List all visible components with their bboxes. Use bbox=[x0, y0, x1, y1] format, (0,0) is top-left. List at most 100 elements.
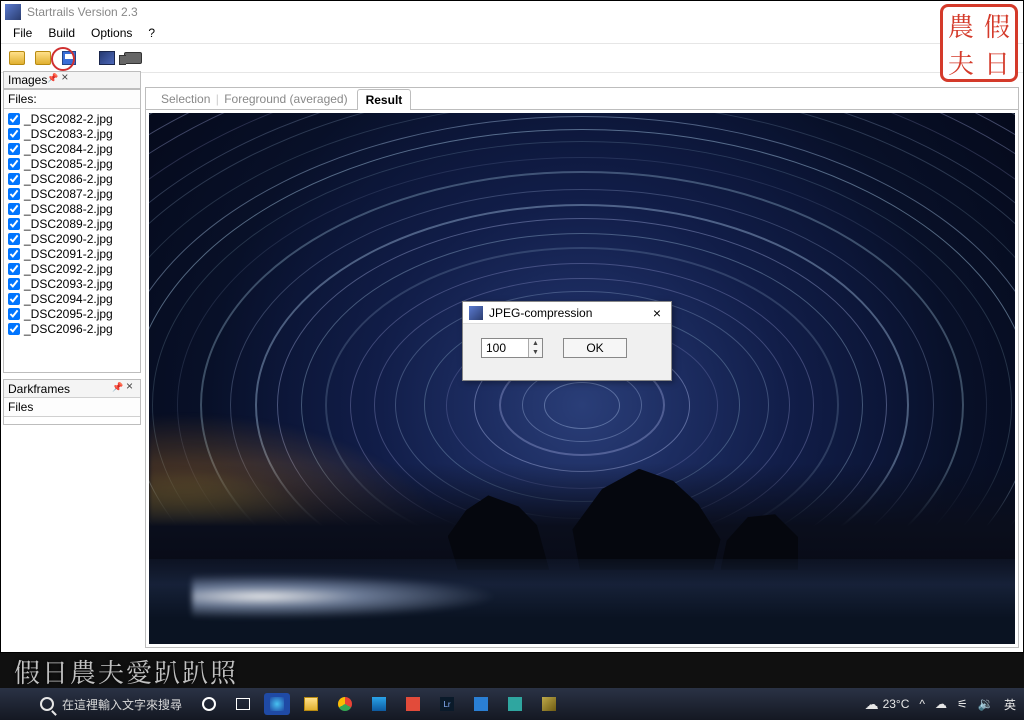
dark-files-header: Files bbox=[4, 398, 140, 417]
file-row[interactable]: _DSC2095-2.jpg bbox=[8, 306, 136, 321]
ime-indicator[interactable]: 英 bbox=[1004, 696, 1016, 713]
search-icon bbox=[40, 697, 54, 711]
onedrive-icon[interactable]: ☁ bbox=[935, 697, 947, 711]
rock-silhouettes bbox=[409, 463, 799, 569]
dialog-title: JPEG-compression bbox=[489, 306, 643, 320]
panel-images-header[interactable]: Images bbox=[3, 71, 141, 89]
file-checkbox[interactable] bbox=[8, 278, 20, 290]
volume-icon[interactable]: 🔉 bbox=[978, 696, 994, 712]
file-checkbox[interactable] bbox=[8, 128, 20, 140]
ok-button[interactable]: OK bbox=[563, 338, 627, 358]
jpeg-compression-dialog[interactable]: JPEG-compression × ▲▼ OK bbox=[462, 301, 672, 381]
file-name: _DSC2085-2.jpg bbox=[24, 157, 113, 171]
panel-darkframes-header[interactable]: Darkframes bbox=[4, 380, 140, 398]
file-row[interactable]: _DSC2089-2.jpg bbox=[8, 216, 136, 231]
file-row[interactable]: _DSC2090-2.jpg bbox=[8, 231, 136, 246]
image-viewer-icon[interactable] bbox=[366, 693, 392, 715]
app-icon-teal[interactable] bbox=[502, 693, 528, 715]
menu-help[interactable]: ? bbox=[142, 24, 161, 42]
menubar: File Build Options ? bbox=[1, 23, 1023, 43]
file-checkbox[interactable] bbox=[8, 143, 20, 155]
open-images-button[interactable] bbox=[7, 49, 27, 67]
file-list[interactable]: _DSC2082-2.jpg _DSC2083-2.jpg _DSC2084-2… bbox=[4, 109, 140, 338]
file-checkbox[interactable] bbox=[8, 293, 20, 305]
file-checkbox[interactable] bbox=[8, 308, 20, 320]
weather-widget[interactable]: ☁ 23°C bbox=[865, 696, 910, 713]
taskbar-search[interactable]: 在這裡輸入文字來搜尋 bbox=[40, 696, 182, 713]
folder-open-icon bbox=[35, 51, 51, 65]
chrome-icon[interactable] bbox=[332, 693, 358, 715]
cortana-icon[interactable] bbox=[196, 693, 222, 715]
compression-spinner[interactable]: ▲▼ bbox=[481, 338, 543, 358]
close-icon[interactable]: × bbox=[649, 306, 665, 320]
titlebar: Startrails Version 2.3 bbox=[1, 1, 1023, 23]
compression-value-input[interactable] bbox=[482, 339, 528, 357]
file-checkbox[interactable] bbox=[8, 323, 20, 335]
panel-images-title: Images bbox=[8, 73, 47, 87]
network-icon[interactable]: ⚟ bbox=[957, 697, 968, 711]
process-button[interactable] bbox=[97, 49, 117, 67]
file-row[interactable]: _DSC2086-2.jpg bbox=[8, 171, 136, 186]
folder-open-icon bbox=[9, 51, 25, 65]
menu-options[interactable]: Options bbox=[85, 24, 138, 42]
tab-selection-foreground[interactable]: Selection | Foreground (averaged) bbox=[152, 88, 357, 109]
file-row[interactable]: _DSC2091-2.jpg bbox=[8, 246, 136, 261]
close-icon[interactable] bbox=[126, 384, 136, 394]
file-checkbox[interactable] bbox=[8, 113, 20, 125]
arrow-down-icon[interactable]: ▼ bbox=[529, 348, 542, 357]
app-icon-red[interactable] bbox=[400, 693, 426, 715]
file-name: _DSC2091-2.jpg bbox=[24, 247, 113, 261]
file-row[interactable]: _DSC2093-2.jpg bbox=[8, 276, 136, 291]
file-row[interactable]: _DSC2082-2.jpg bbox=[8, 111, 136, 126]
file-name: _DSC2096-2.jpg bbox=[24, 322, 113, 336]
pin-icon[interactable] bbox=[112, 383, 124, 395]
arrow-up-icon[interactable]: ▲ bbox=[529, 339, 542, 348]
tray-chevron-icon[interactable]: ^ bbox=[919, 697, 925, 711]
stamp-char: 日 bbox=[979, 44, 1015, 81]
toolbar-divider bbox=[85, 49, 91, 67]
file-row[interactable]: _DSC2088-2.jpg bbox=[8, 201, 136, 216]
file-row[interactable]: _DSC2083-2.jpg bbox=[8, 126, 136, 141]
save-button[interactable] bbox=[59, 49, 79, 67]
file-checkbox[interactable] bbox=[8, 158, 20, 170]
startrails-icon bbox=[99, 51, 115, 65]
pin-icon[interactable] bbox=[47, 74, 59, 86]
file-checkbox[interactable] bbox=[8, 233, 20, 245]
file-checkbox[interactable] bbox=[8, 173, 20, 185]
menu-build[interactable]: Build bbox=[42, 24, 81, 42]
stamp-char: 假 bbox=[979, 7, 1015, 44]
video-camera-icon bbox=[124, 52, 142, 64]
menu-file[interactable]: File bbox=[7, 24, 38, 42]
file-row[interactable]: _DSC2087-2.jpg bbox=[8, 186, 136, 201]
spinner-arrows[interactable]: ▲▼ bbox=[528, 339, 542, 357]
file-row[interactable]: _DSC2084-2.jpg bbox=[8, 141, 136, 156]
file-checkbox[interactable] bbox=[8, 248, 20, 260]
tabstrip: Selection | Foreground (averaged) Result bbox=[146, 88, 1018, 110]
file-checkbox[interactable] bbox=[8, 188, 20, 200]
file-name: _DSC2087-2.jpg bbox=[24, 187, 113, 201]
file-checkbox[interactable] bbox=[8, 263, 20, 275]
startrails-taskbar-icon[interactable] bbox=[536, 693, 562, 715]
file-row[interactable]: _DSC2092-2.jpg bbox=[8, 261, 136, 276]
video-button[interactable] bbox=[123, 49, 143, 67]
close-icon[interactable] bbox=[61, 75, 71, 85]
file-checkbox[interactable] bbox=[8, 218, 20, 230]
edge-icon[interactable] bbox=[264, 693, 290, 715]
dialog-titlebar[interactable]: JPEG-compression × bbox=[463, 302, 671, 324]
open-darkframes-button[interactable] bbox=[33, 49, 53, 67]
file-name: _DSC2090-2.jpg bbox=[24, 232, 113, 246]
app-icon bbox=[469, 306, 483, 320]
save-icon bbox=[62, 51, 76, 65]
app-icon-blue[interactable] bbox=[468, 693, 494, 715]
file-checkbox[interactable] bbox=[8, 203, 20, 215]
lightroom-icon[interactable]: Lr bbox=[434, 693, 460, 715]
file-row[interactable]: _DSC2096-2.jpg bbox=[8, 321, 136, 336]
file-row[interactable]: _DSC2094-2.jpg bbox=[8, 291, 136, 306]
app-icon bbox=[5, 4, 21, 20]
water-reflection bbox=[192, 570, 538, 623]
explorer-icon[interactable] bbox=[298, 693, 324, 715]
file-row[interactable]: _DSC2085-2.jpg bbox=[8, 156, 136, 171]
taskview-icon[interactable] bbox=[230, 693, 256, 715]
stamp-char: 農 bbox=[943, 7, 979, 44]
tab-result[interactable]: Result bbox=[357, 89, 412, 110]
